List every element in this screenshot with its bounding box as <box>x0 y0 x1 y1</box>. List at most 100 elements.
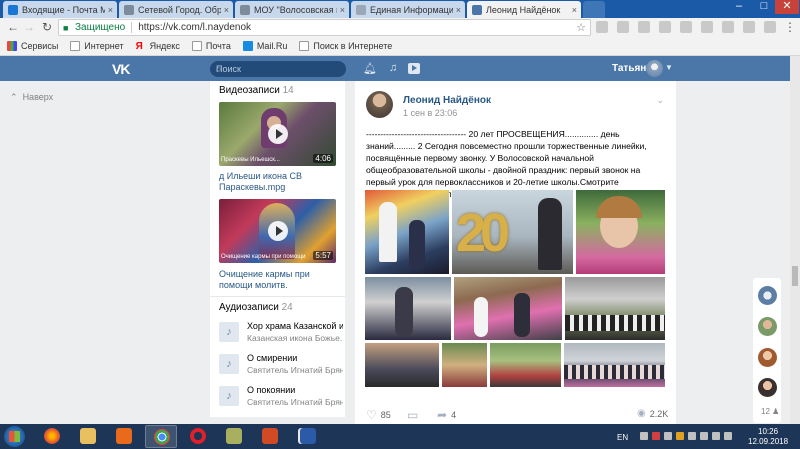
videos-section-title[interactable]: Видеозаписи 14 <box>210 81 345 96</box>
avatar[interactable] <box>646 60 663 77</box>
tab-school[interactable]: МОУ "Волосовская нача × <box>235 1 349 18</box>
tab-mail[interactable]: Входящие - Почта Mail.R × <box>3 1 117 18</box>
scrollbar-thumb[interactable] <box>792 266 798 286</box>
taskbar-app-powerpoint[interactable] <box>254 425 286 448</box>
audio-artist[interactable]: Казанская икона Божье... <box>247 333 343 343</box>
taskbar-app-firefox[interactable] <box>36 425 68 448</box>
taskbar-app-word[interactable] <box>292 425 322 448</box>
tray-icon[interactable] <box>640 432 648 440</box>
extension-icon[interactable] <box>680 21 692 33</box>
music-note-icon[interactable]: ♪ <box>219 322 239 342</box>
taskbar-app-tool[interactable] <box>218 425 250 448</box>
scroll-to-top-button[interactable]: ⌃ Наверх <box>10 92 53 103</box>
music-note-icon[interactable]: ♪ <box>219 386 239 406</box>
close-window-button[interactable]: ✕ <box>775 0 799 14</box>
play-video-icon[interactable] <box>408 63 420 74</box>
extension-icon[interactable] <box>743 21 755 33</box>
bell-icon[interactable]: 🔔︎ <box>363 62 377 75</box>
extension-icon[interactable] <box>722 21 734 33</box>
tab-close-icon[interactable]: × <box>456 5 461 15</box>
taskbar-app-opera[interactable] <box>182 425 214 448</box>
tray-icon[interactable] <box>652 432 660 440</box>
tab-close-icon[interactable]: × <box>572 5 577 15</box>
tray-icon[interactable] <box>664 432 672 440</box>
volume-icon[interactable] <box>724 432 732 440</box>
video-thumbnail[interactable]: Очищение кармы при помощи 5:57 <box>219 199 336 263</box>
audio-artist[interactable]: Святитель Игнатий Брян... <box>247 397 343 407</box>
tray-icon[interactable] <box>676 432 684 440</box>
avatar[interactable] <box>758 286 777 305</box>
language-indicator[interactable]: EN <box>617 433 628 442</box>
system-clock[interactable]: 10:26 12.09.2018 <box>748 427 788 447</box>
taskbar-app-explorer[interactable] <box>72 425 104 448</box>
post-author[interactable]: Леонид Найдёнок <box>403 95 491 106</box>
extension-icon[interactable] <box>764 21 776 33</box>
vk-logo[interactable]: VK <box>112 61 130 77</box>
reload-icon[interactable]: ↻ <box>40 20 54 34</box>
tab-close-icon[interactable]: × <box>340 5 345 15</box>
video-title[interactable]: д Ильеши икона СВ Параскевы.mpg <box>219 171 339 193</box>
start-button[interactable] <box>4 426 25 447</box>
browser-menu-icon[interactable]: ⋮ <box>783 20 797 34</box>
tab-close-icon[interactable]: × <box>224 5 229 15</box>
bookmark-search[interactable]: Поиск в Интернете <box>299 41 392 51</box>
avatar[interactable] <box>758 378 777 397</box>
scrollbar[interactable] <box>790 56 800 424</box>
maximize-button[interactable]: □ <box>752 0 776 14</box>
extension-icon[interactable] <box>617 21 629 33</box>
post-photo[interactable] <box>365 277 451 340</box>
bookmark-star-icon[interactable]: ☆ <box>576 21 586 34</box>
avatar[interactable] <box>758 348 777 367</box>
avatar[interactable] <box>758 317 777 336</box>
tab-vk-profile[interactable]: Леонид Найдёнок × <box>467 1 581 18</box>
post-photo[interactable]: 20 <box>452 190 573 274</box>
extension-icon[interactable] <box>596 21 608 33</box>
new-tab-button[interactable] <box>583 1 605 18</box>
like-button[interactable]: ♡ 85 <box>366 408 391 422</box>
post-photo[interactable] <box>576 190 665 274</box>
post-photo[interactable] <box>490 343 561 387</box>
network-icon[interactable] <box>700 432 708 440</box>
share-button[interactable]: ➦ 4 <box>437 408 456 422</box>
back-arrow-icon[interactable]: ← <box>6 20 20 34</box>
search-input[interactable]: ○ Поиск <box>210 61 346 77</box>
bookmark-mail[interactable]: Почта <box>191 41 231 51</box>
extension-icon[interactable] <box>659 21 671 33</box>
music-note-icon[interactable]: ♪ <box>219 354 239 374</box>
tab-close-icon[interactable]: × <box>108 5 113 15</box>
post-photo[interactable] <box>454 277 562 340</box>
post-photo[interactable] <box>565 277 665 340</box>
tab-school-city[interactable]: Сетевой Город. Образо × <box>119 1 233 18</box>
bookmark-services[interactable]: Сервисы <box>7 41 58 51</box>
post-photo[interactable] <box>365 343 439 387</box>
taskbar-app-media[interactable] <box>108 425 140 448</box>
chevron-down-icon[interactable]: ⌄ <box>656 95 664 106</box>
audio-item[interactable]: ♪ Хор храма Казанской ик... Казанская ик… <box>219 320 343 346</box>
online-friends-count[interactable]: 12 ♟ <box>761 407 779 416</box>
taskbar-app-chrome[interactable] <box>145 425 177 448</box>
video-title[interactable]: Очищение кармы при помощи молитв. <box>219 269 339 291</box>
bookmark-internet[interactable]: Интернет <box>70 41 124 51</box>
audio-item[interactable]: ♪ О покоянии Святитель Игнатий Брян... <box>219 384 343 410</box>
minimize-button[interactable]: – <box>727 0 751 14</box>
post-photo[interactable] <box>365 190 449 274</box>
chevron-down-icon[interactable]: ▼ <box>665 63 673 72</box>
tab-info[interactable]: Единая Информационн × <box>351 1 465 18</box>
audios-section-title[interactable]: Аудиозаписи 24 <box>210 298 293 313</box>
video-thumbnail[interactable]: Праскевы Ильешск... 4:06 <box>219 102 336 166</box>
forward-arrow-icon[interactable]: → <box>22 20 36 34</box>
avatar[interactable] <box>366 91 393 118</box>
audio-item[interactable]: ♪ О смирении Святитель Игнатий Брян... <box>219 352 343 378</box>
post-photo[interactable] <box>442 343 487 387</box>
battery-icon[interactable] <box>712 432 720 440</box>
comment-button[interactable]: ▭ <box>407 408 422 422</box>
address-bar[interactable]: ■ Защищено https://vk.com/l.naydenok ☆ <box>58 19 591 36</box>
music-note-icon[interactable]: ♫ <box>389 62 397 74</box>
post-date[interactable]: 1 сен в 23:06 <box>403 108 457 118</box>
bookmark-yandex[interactable]: Я Яндекс <box>136 41 180 52</box>
audio-artist[interactable]: Святитель Игнатий Брян... <box>247 365 343 375</box>
extension-icon[interactable] <box>701 21 713 33</box>
tray-icon[interactable] <box>688 432 696 440</box>
bookmark-mailru[interactable]: Mail.Ru <box>242 41 287 51</box>
post-photo[interactable] <box>564 343 665 387</box>
